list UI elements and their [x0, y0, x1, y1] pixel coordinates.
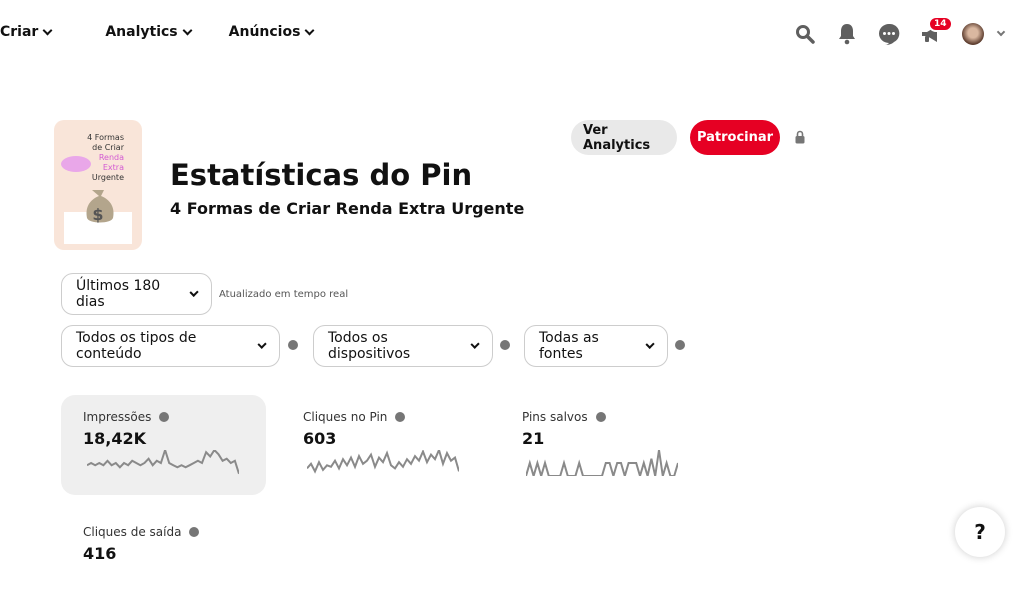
- view-analytics-button[interactable]: Ver Analytics: [571, 120, 677, 155]
- page-title: Estatísticas do Pin: [170, 158, 473, 192]
- info-icon[interactable]: [395, 412, 406, 422]
- nav-label: Criar: [0, 24, 39, 40]
- lock-icon: [795, 130, 805, 144]
- pin-thumbnail: 4 Formas de Criar Renda Extra Urgente $: [54, 120, 142, 250]
- thumb-text: Extra: [103, 163, 124, 172]
- promote-button[interactable]: Patrocinar: [690, 120, 780, 155]
- devices-select[interactable]: Todos os dispositivos: [313, 325, 493, 367]
- chevron-down-icon[interactable]: [996, 27, 1006, 37]
- sparkline-line: [87, 450, 239, 475]
- metric-value: 18,42K: [83, 429, 147, 448]
- sources-select[interactable]: Todas as fontes: [524, 325, 668, 367]
- chevron-down-icon: [42, 25, 53, 35]
- metric-card[interactable]: Cliques no Pin 603: [281, 395, 486, 495]
- header-icons: 14: [794, 16, 1006, 46]
- metric-label: Cliques de saída: [83, 525, 200, 539]
- search-icon[interactable]: [794, 22, 816, 46]
- bell-icon[interactable]: [836, 22, 858, 46]
- nav-label: Analytics: [105, 24, 178, 40]
- sparkline-line: [307, 450, 459, 474]
- chat-icon[interactable]: [878, 22, 900, 46]
- info-icon[interactable]: [595, 412, 606, 422]
- thumb-text: Urgente: [92, 173, 124, 182]
- select-value: Todos os dispositivos: [328, 330, 411, 362]
- sparkline: [526, 450, 678, 476]
- metric-label: Pins salvos: [522, 410, 606, 424]
- notification-badge: 14: [928, 16, 953, 32]
- metric-label-text: Cliques de saída: [83, 525, 182, 539]
- top-nav: Criar Analytics Anúncios: [0, 24, 343, 40]
- metric-label: Cliques no Pin: [303, 410, 406, 424]
- metric-label: Impressões: [83, 410, 170, 424]
- info-icon[interactable]: [500, 340, 510, 350]
- date-range-select[interactable]: Últimos 180 dias: [61, 273, 212, 315]
- thumb-text: de Criar: [92, 143, 125, 152]
- sparkline: [307, 450, 459, 474]
- select-value: Últimos 180 dias: [76, 278, 161, 310]
- info-icon[interactable]: [675, 340, 685, 350]
- info-icon[interactable]: [288, 340, 298, 350]
- metric-card[interactable]: Pins salvos 21: [500, 395, 705, 495]
- select-value: Todos os tipos de conteúdo: [76, 330, 197, 362]
- sparkline: [87, 450, 239, 475]
- megaphone-icon[interactable]: 14: [920, 16, 953, 46]
- metric-label-text: Pins salvos: [522, 410, 588, 424]
- thumb-text: 4 Formas: [87, 133, 124, 142]
- metric-card[interactable]: Cliques de saída 416: [61, 510, 266, 610]
- pin-title: 4 Formas de Criar Renda Extra Urgente: [170, 199, 525, 218]
- nav-ads[interactable]: Anúncios: [228, 24, 315, 40]
- nav-label: Anúncios: [228, 24, 301, 40]
- content-type-select[interactable]: Todos os tipos de conteúdo: [61, 325, 280, 367]
- metric-label-text: Cliques no Pin: [303, 410, 388, 424]
- select-value: Todas as fontes: [539, 330, 599, 362]
- metric-value: 603: [303, 429, 337, 448]
- thumb-text: Renda: [99, 153, 124, 162]
- chevron-down-icon: [182, 25, 193, 35]
- chevron-down-icon: [256, 339, 267, 349]
- nav-create[interactable]: Criar: [0, 24, 53, 40]
- help-button[interactable]: ?: [955, 507, 1005, 557]
- info-icon[interactable]: [159, 412, 170, 422]
- chevron-down-icon: [304, 25, 315, 35]
- chevron-down-icon: [469, 339, 480, 349]
- sparkline-line: [526, 450, 678, 476]
- metric-value: 416: [83, 544, 117, 563]
- chevron-down-icon: [645, 339, 655, 349]
- metric-label-text: Impressões: [83, 410, 152, 424]
- info-icon[interactable]: [189, 527, 200, 537]
- metric-card[interactable]: Impressões 18,42K: [61, 395, 266, 495]
- svg-text:$: $: [92, 205, 103, 224]
- updated-note: Atualizado em tempo real: [219, 289, 349, 300]
- avatar[interactable]: [962, 23, 984, 45]
- chevron-down-icon: [189, 287, 199, 297]
- nav-analytics[interactable]: Analytics: [105, 24, 193, 40]
- metric-value: 21: [522, 429, 545, 448]
